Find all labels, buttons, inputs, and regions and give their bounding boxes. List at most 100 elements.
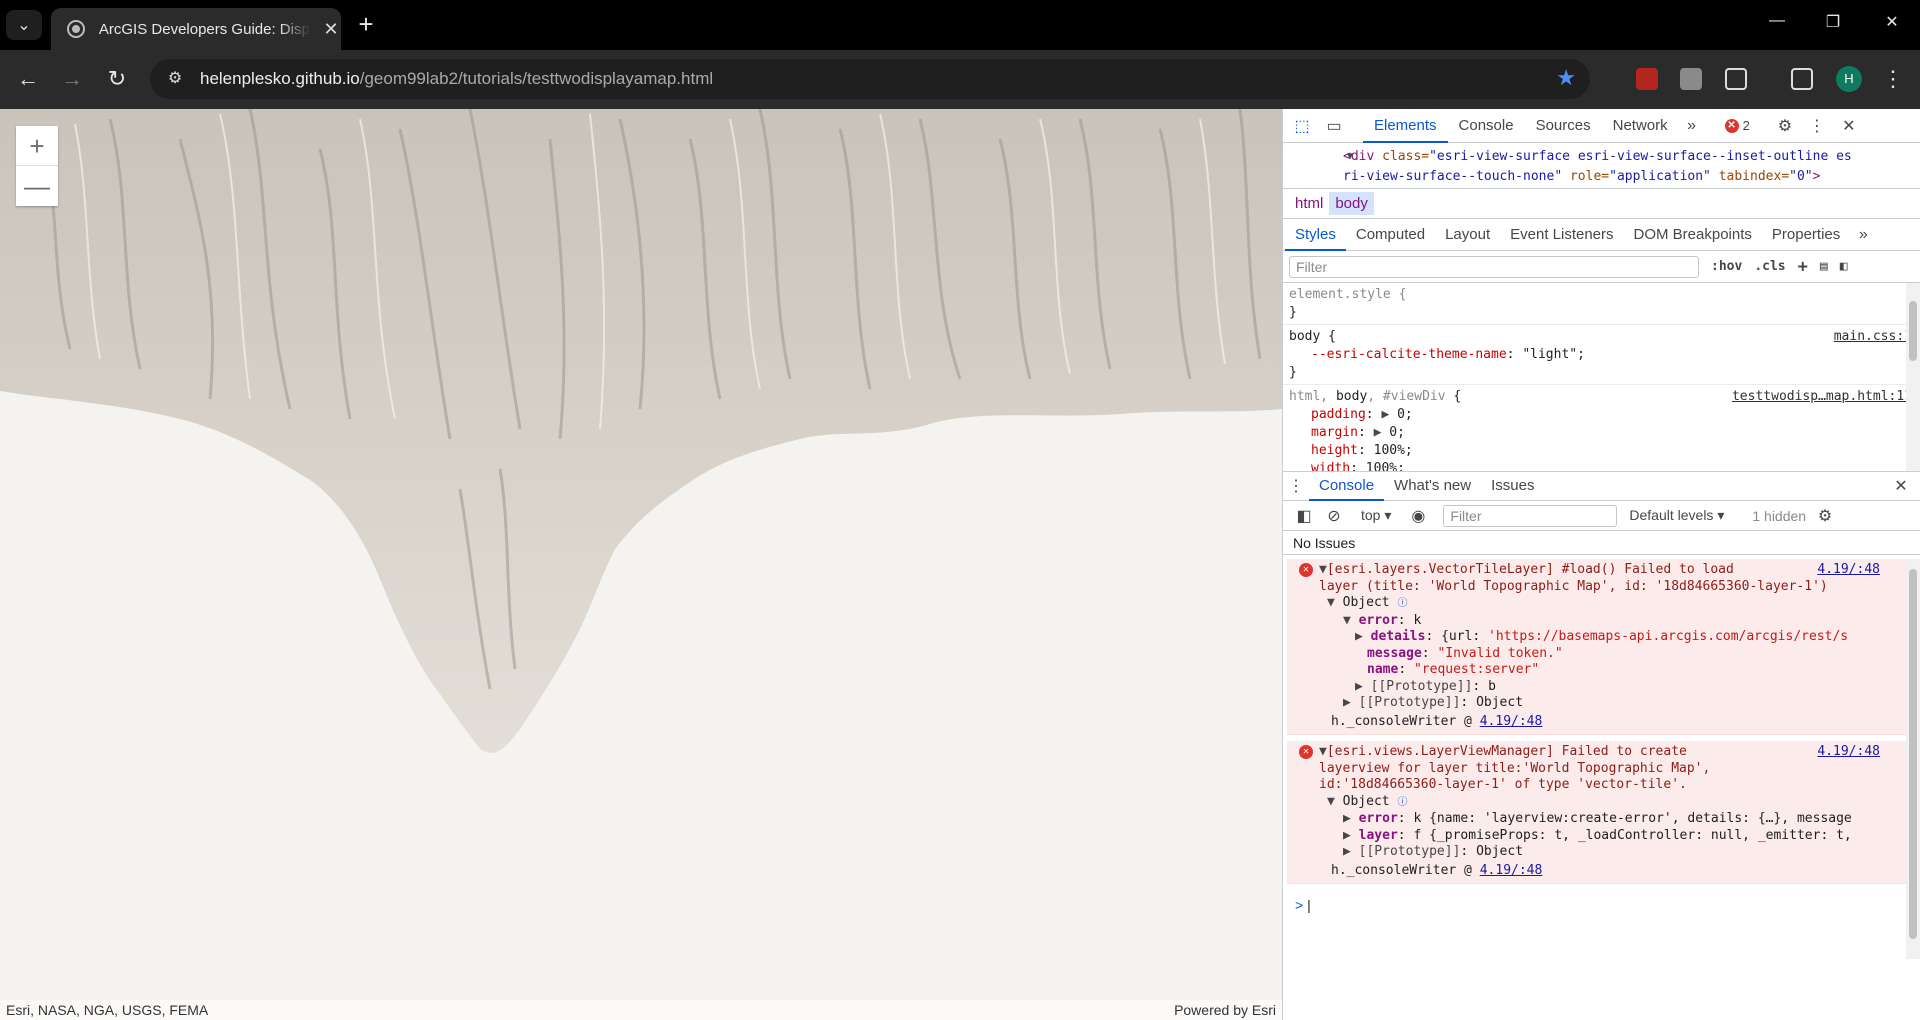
console-filter-input[interactable]: Filter [1443, 504, 1618, 527]
object-node[interactable]: ▼ Object ⓘ [1319, 595, 1886, 613]
tab-styles[interactable]: Styles [1285, 219, 1346, 251]
menu-dots-icon[interactable]: ⋮ [1878, 64, 1908, 94]
issues-status: No Issues [1283, 531, 1920, 555]
rule-html-body-viewdiv[interactable]: testtwodisp…map.html:11 html, body, #vie… [1283, 385, 1920, 471]
css-property[interactable]: width: 100%; [1289, 460, 1914, 471]
tab-layout[interactable]: Layout [1435, 219, 1500, 251]
drawer-tab-issues[interactable]: Issues [1481, 471, 1544, 501]
clear-console-icon[interactable]: ⊘ [1321, 506, 1347, 526]
tab-dom-breakpoints[interactable]: DOM Breakpoints [1624, 219, 1762, 251]
console-settings-gear-icon[interactable]: ⚙ [1812, 506, 1838, 526]
tab-network[interactable]: Network [1602, 109, 1679, 143]
drawer-menu-icon[interactable]: ⋮ [1283, 476, 1309, 496]
new-tab-button[interactable]: + [352, 11, 380, 37]
console-error-message[interactable]: ✕ 4.19/:48 ▼[esri.layers.VectorTileLayer… [1287, 559, 1916, 735]
breadcrumb-html[interactable]: html [1289, 192, 1329, 215]
new-rule-icon[interactable]: + [1798, 257, 1808, 277]
error-icon: ✕ [1724, 118, 1739, 133]
browser-tab[interactable]: ArcGIS Developers Guide: Display a map ✕ [51, 8, 341, 50]
powered-by-esri-link[interactable]: Powered by Esri [1174, 1000, 1276, 1020]
zoom-out-button[interactable]: — [16, 166, 58, 206]
tab-search-button[interactable]: ⌄ [6, 10, 42, 40]
hov-toggle[interactable]: :hov [1711, 259, 1742, 274]
css-property[interactable]: margin: ▶ 0; [1289, 424, 1914, 442]
console-sidebar-icon[interactable]: ◧ [1291, 506, 1317, 526]
source-link[interactable]: 4.19/:48 [1817, 744, 1880, 761]
console-scrollbar[interactable] [1906, 559, 1920, 959]
extension-icon[interactable] [1680, 68, 1702, 90]
close-devtools-icon[interactable]: ✕ [1836, 116, 1862, 136]
css-property[interactable]: padding: ▶ 0; [1289, 406, 1914, 424]
bookmark-star-icon[interactable]: ★ [1556, 67, 1576, 89]
error-count-badge[interactable]: ✕ 2 [1724, 118, 1750, 133]
tab-title: ArcGIS Developers Guide: Display a map [98, 20, 311, 38]
rule-source-link[interactable]: testtwodisp…map.html:11 [1732, 388, 1912, 406]
rule-body[interactable]: main.css:1 body { --esri-calcite-theme-n… [1283, 325, 1920, 385]
styles-pane: element.style { } main.css:1 body { --es… [1283, 283, 1920, 471]
restore-button[interactable]: ❐ [1813, 12, 1853, 32]
console-toolbar: ◧ ⊘ top ▾ ◉ Filter Default levels ▾ 1 hi… [1283, 501, 1920, 531]
console-scroll-thumb[interactable] [1909, 569, 1917, 939]
object-node[interactable]: ▼ Object ⓘ [1319, 794, 1886, 812]
styles-scrollbar[interactable] [1906, 283, 1920, 471]
log-levels-dropdown[interactable]: Default levels ▾ [1629, 507, 1724, 524]
zoom-in-button[interactable]: + [16, 126, 58, 166]
console-prompt[interactable]: > | [1283, 890, 1920, 920]
tab-elements[interactable]: Elements [1363, 109, 1448, 143]
extensions-puzzle-icon[interactable] [1725, 68, 1747, 90]
rule-element-style[interactable]: element.style { } [1283, 283, 1920, 325]
css-property[interactable]: --esri-calcite-theme-name: "light"; [1289, 346, 1914, 364]
close-tab-icon[interactable]: ✕ [321, 19, 341, 40]
object-property[interactable]: ▶ [[Prototype]]: Object [1319, 695, 1886, 712]
attribution-text[interactable]: Esri, NASA, NGA, USGS, FEMA [6, 1002, 208, 1018]
devtools-menu-icon[interactable]: ⋮ [1804, 116, 1830, 136]
reload-button[interactable]: ↻ [102, 64, 132, 94]
close-window-button[interactable]: ✕ [1872, 12, 1912, 32]
map-view[interactable]: + — Esri, NASA, NGA, USGS, FEMA Powered … [0, 109, 1282, 1020]
drawer-tab-whats-new[interactable]: What's new [1384, 471, 1481, 501]
cls-toggle[interactable]: .cls [1754, 259, 1785, 274]
dom-tree-node[interactable]: ▼ <div class="esri-view-surface esri-vie… [1283, 143, 1920, 189]
minimize-button[interactable]: — [1757, 12, 1797, 30]
settings-gear-icon[interactable]: ⚙ [1772, 116, 1798, 136]
browser-window: ⌄ ArcGIS Developers Guide: Display a map… [0, 0, 1920, 1020]
object-property[interactable]: ▶ error: k {name: 'layerview:create-erro… [1319, 811, 1886, 828]
source-link[interactable]: 4.19/:48 [1817, 562, 1880, 579]
styles-scroll-thumb[interactable] [1909, 301, 1917, 361]
drawer-tab-console[interactable]: Console [1309, 471, 1385, 501]
profile-avatar[interactable]: H [1836, 66, 1862, 92]
tab-computed[interactable]: Computed [1346, 219, 1435, 251]
breadcrumb-body[interactable]: body [1329, 192, 1374, 215]
tab-event-listeners[interactable]: Event Listeners [1500, 219, 1623, 251]
back-button[interactable]: ← [13, 64, 43, 94]
live-expression-eye-icon[interactable]: ◉ [1405, 506, 1431, 526]
ublock-extension-icon[interactable] [1636, 68, 1658, 90]
tab-properties[interactable]: Properties [1762, 219, 1850, 251]
rule-source-link[interactable]: main.css:1 [1834, 328, 1912, 346]
object-property[interactable]: ▶ details: {url: 'https://basemaps-api.a… [1319, 629, 1886, 646]
object-property[interactable]: ▶ [[Prototype]]: b [1319, 679, 1886, 696]
close-drawer-icon[interactable]: ✕ [1888, 476, 1914, 496]
object-property[interactable]: ▼ error: k [1319, 613, 1886, 630]
more-subtabs-icon[interactable]: » [1850, 226, 1876, 244]
expand-triangle-icon[interactable]: ▼ [1347, 147, 1353, 167]
address-bar[interactable]: ⚙ helenplesko.github.io/geom99lab2/tutor… [150, 59, 1590, 99]
forward-button[interactable]: → [57, 64, 87, 94]
styles-filter-input[interactable]: Filter [1289, 255, 1699, 278]
paint-brush-icon[interactable]: ▤ [1820, 259, 1828, 274]
inspect-element-icon[interactable]: ⬚ [1289, 116, 1315, 136]
tab-console[interactable]: Console [1448, 109, 1525, 143]
device-toolbar-icon[interactable]: ▭ [1321, 116, 1347, 136]
devtools-panel: ⬚ ▭ Elements Console Sources Network » ✕… [1282, 109, 1920, 1020]
side-panel-icon[interactable] [1791, 68, 1813, 90]
console-error-message[interactable]: ✕ 4.19/:48 ▼[esri.views.LayerViewManager… [1287, 741, 1916, 884]
object-property[interactable]: ▶ layer: f {_promiseProps: t, _loadContr… [1319, 828, 1886, 845]
tab-sources[interactable]: Sources [1525, 109, 1602, 143]
toggle-sidebar-icon[interactable]: ◧ [1840, 259, 1848, 274]
more-tabs-icon[interactable]: » [1679, 117, 1705, 135]
css-property[interactable]: height: 100%; [1289, 442, 1914, 460]
context-selector[interactable]: top ▾ [1361, 507, 1391, 524]
object-property[interactable]: ▶ [[Prototype]]: Object [1319, 844, 1886, 861]
zoom-control: + — [16, 126, 58, 206]
site-info-icon[interactable]: ⚙ [164, 68, 186, 90]
